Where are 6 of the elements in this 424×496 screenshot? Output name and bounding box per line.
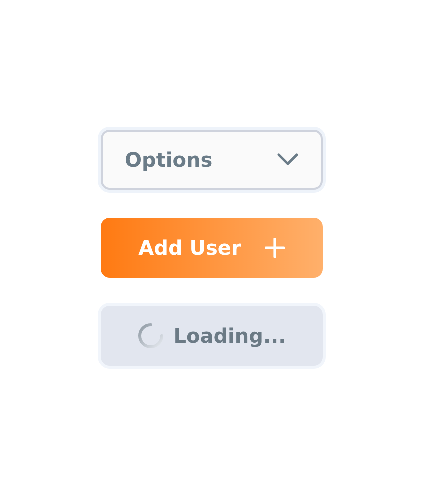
spinner-icon xyxy=(138,323,164,349)
chevron-down-icon xyxy=(277,153,299,167)
plus-icon xyxy=(265,238,286,258)
add-user-button[interactable]: Add User xyxy=(101,218,323,278)
options-dropdown[interactable]: Options xyxy=(101,130,323,190)
loading-button[interactable]: Loading... xyxy=(101,306,323,366)
